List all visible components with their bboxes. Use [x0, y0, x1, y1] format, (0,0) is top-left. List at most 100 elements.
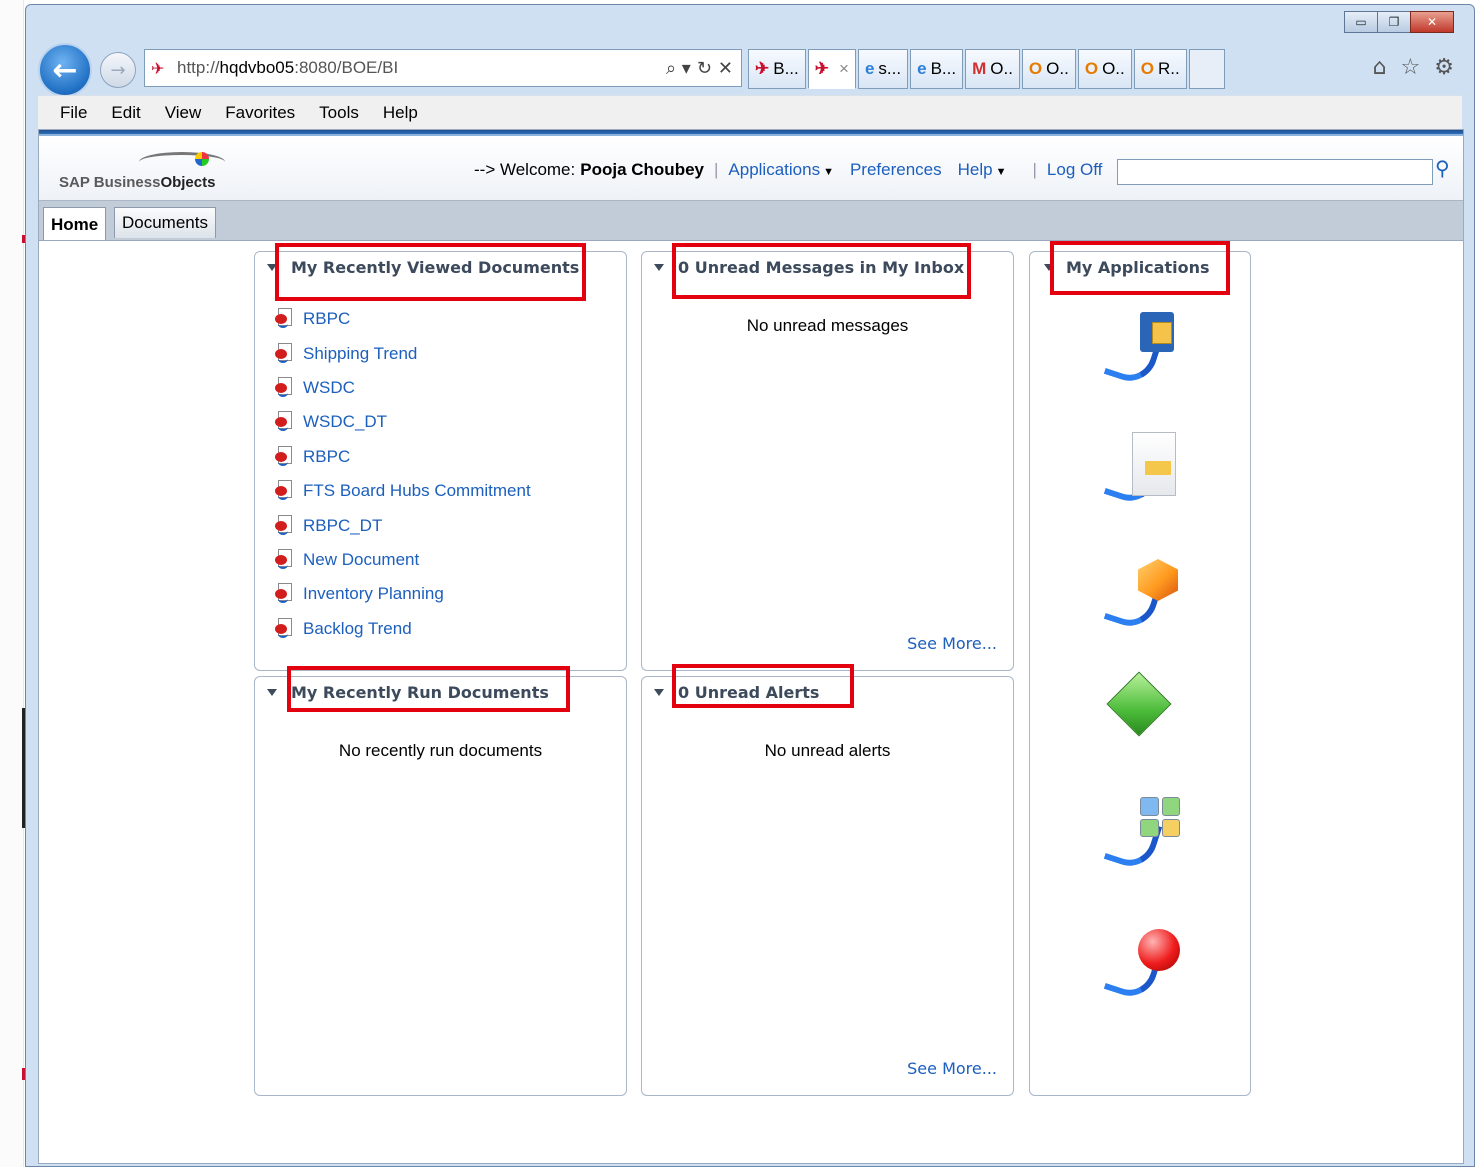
webi-document-icon	[275, 308, 295, 330]
webi-document-icon	[275, 583, 295, 605]
document-link[interactable]: FTS Board Hubs Commitment	[275, 474, 531, 508]
highlight-box	[1050, 241, 1230, 295]
inbox-empty-text: No unread messages	[746, 316, 909, 335]
webi-document-icon	[275, 480, 295, 502]
log-off-link[interactable]: Log Off	[1047, 160, 1102, 180]
menu-help[interactable]: Help	[383, 103, 418, 123]
browser-tab[interactable]: M O..	[965, 49, 1020, 89]
alerts-portlet: 0 Unread Alerts No unread alerts See Mor…	[641, 676, 1014, 1096]
webi-document-icon	[275, 376, 295, 399]
chevron-down-icon: ▼	[823, 166, 834, 178]
tab-label: R..	[1157, 59, 1180, 78]
app-tabs: Home Documents	[39, 200, 1463, 241]
document-link[interactable]: Inventory Planning	[275, 577, 531, 611]
tab-home[interactable]: Home	[43, 207, 107, 241]
menu-edit[interactable]: Edit	[111, 103, 140, 123]
analysis-cube-icon[interactable]	[1103, 557, 1182, 633]
browser-tab[interactable]: O O..	[1077, 49, 1132, 89]
alerts-see-more-link[interactable]: See More...	[907, 1059, 997, 1078]
alert-ball-icon[interactable]	[1103, 927, 1182, 1003]
chevron-down-icon: ▼	[995, 166, 1007, 178]
highlight-box	[275, 243, 586, 301]
document-link[interactable]: Backlog Trend	[275, 612, 531, 646]
gmail-icon: M	[972, 59, 987, 78]
stop-icon[interactable]: ✕	[718, 58, 733, 79]
tab-documents[interactable]: Documents	[114, 207, 216, 238]
recent-viewed-portlet: My Recently Viewed Documents RBPC Shippi…	[254, 251, 627, 671]
search-input[interactable]	[1117, 159, 1433, 185]
tab-label: s...	[878, 59, 902, 78]
collapse-triangle-icon[interactable]	[654, 264, 664, 271]
sap-logo: SAP BusinessObjects	[59, 174, 216, 191]
home-icon[interactable]: ⌂	[1373, 55, 1387, 80]
dashboard-grid-icon[interactable]	[1103, 797, 1182, 873]
welcome-bar: --> Welcome: Pooja Choubey | Application…	[474, 160, 1118, 180]
minimize-button[interactable]: ▭	[1344, 11, 1378, 33]
recent-run-empty-text: No recently run documents	[338, 741, 543, 760]
explorer-diamond-icon[interactable]	[1106, 671, 1182, 749]
browser-toolbar-icons: ⌂ ☆ ⚙	[1373, 55, 1454, 80]
new-tab-button[interactable]	[1188, 49, 1225, 89]
user-name: Pooja Choubey	[580, 160, 704, 179]
sap-icon: ✈	[814, 59, 830, 78]
favorites-star-icon[interactable]: ☆	[1401, 55, 1421, 80]
webi-document-icon	[275, 411, 295, 433]
webi-document-icon	[275, 548, 295, 571]
document-link[interactable]: RBPC_DT	[275, 508, 531, 542]
sap-site-icon: ✈	[151, 58, 165, 78]
office-icon: O	[1084, 59, 1099, 78]
browser-tabs: ✈ B... ✈ × e s... e B... M O.. O O.. O O.. O R..	[748, 49, 1227, 89]
inbox-see-more-link[interactable]: See More...	[907, 634, 997, 653]
collapse-triangle-icon[interactable]	[267, 689, 277, 696]
browser-tab-active[interactable]: ✈ ×	[807, 49, 856, 89]
tab-label: O..	[1046, 59, 1069, 78]
page-viewport: SAP BusinessObjects --> Welcome: Pooja C…	[38, 129, 1464, 1164]
address-bar[interactable]: ✈ http://hqdvbo05:8080/BOE/BI ⌕ ▾ ↻ ✕	[144, 49, 742, 87]
help-menu[interactable]: Help ▼	[958, 160, 1007, 180]
logo-ball-icon	[195, 152, 209, 166]
highlight-box	[672, 243, 971, 299]
browser-tab[interactable]: e B...	[910, 49, 964, 89]
browser-tab[interactable]: O R..	[1133, 49, 1187, 89]
ie-icon: e	[864, 59, 875, 78]
back-arrow-icon: ←	[52, 52, 78, 88]
bi-launchpad-folder-icon[interactable]	[1103, 312, 1182, 388]
browser-tab[interactable]: O O..	[1021, 49, 1076, 89]
browser-tab[interactable]: ✈ B...	[748, 49, 806, 89]
maximize-button[interactable]: ❐	[1377, 11, 1411, 33]
document-link[interactable]: WSDC	[275, 371, 531, 405]
menu-favorites[interactable]: Favorites	[225, 103, 295, 123]
close-button[interactable]: ✕	[1410, 11, 1454, 33]
address-tools: ⌕ ▾ ↻ ✕	[666, 58, 741, 79]
document-link[interactable]: RBPC	[275, 302, 531, 336]
applications-menu[interactable]: Applications ▼	[728, 160, 834, 180]
home-page: My Recently Viewed Documents RBPC Shippi…	[39, 240, 1463, 1160]
preferences-link[interactable]: Preferences	[850, 160, 942, 180]
tab-label: O..	[990, 59, 1013, 78]
document-link[interactable]: WSDC_DT	[275, 405, 531, 439]
divider: |	[713, 160, 719, 179]
address-url[interactable]: http://hqdvbo05:8080/BOE/BI	[177, 58, 398, 78]
forward-button[interactable]: →	[100, 52, 136, 88]
report-document-icon[interactable]	[1103, 432, 1182, 508]
logo-swoosh	[139, 152, 225, 172]
document-link[interactable]: New Document	[275, 543, 531, 577]
menu-file[interactable]: File	[60, 103, 87, 123]
highlight-box	[672, 664, 854, 708]
close-tab-icon[interactable]: ×	[839, 59, 849, 79]
document-link[interactable]: RBPC	[275, 440, 531, 474]
search-icon[interactable]: ⚲	[1435, 156, 1450, 180]
menu-view[interactable]: View	[165, 103, 202, 123]
gear-icon[interactable]: ⚙	[1434, 55, 1454, 80]
search-dropdown-icon[interactable]: ⌕ ▾	[666, 58, 691, 79]
document-link[interactable]: Shipping Trend	[275, 336, 531, 370]
back-button[interactable]: ←	[38, 43, 92, 97]
welcome-label: --> Welcome:	[474, 160, 576, 179]
refresh-icon[interactable]: ↻	[697, 58, 712, 79]
forward-arrow-icon: →	[110, 59, 126, 81]
browser-tab[interactable]: e s...	[857, 49, 909, 89]
menu-bar: File Edit View Favorites Tools Help	[38, 95, 1462, 129]
highlight-box	[287, 666, 570, 712]
menu-tools[interactable]: Tools	[319, 103, 359, 123]
collapse-triangle-icon[interactable]	[654, 689, 664, 696]
